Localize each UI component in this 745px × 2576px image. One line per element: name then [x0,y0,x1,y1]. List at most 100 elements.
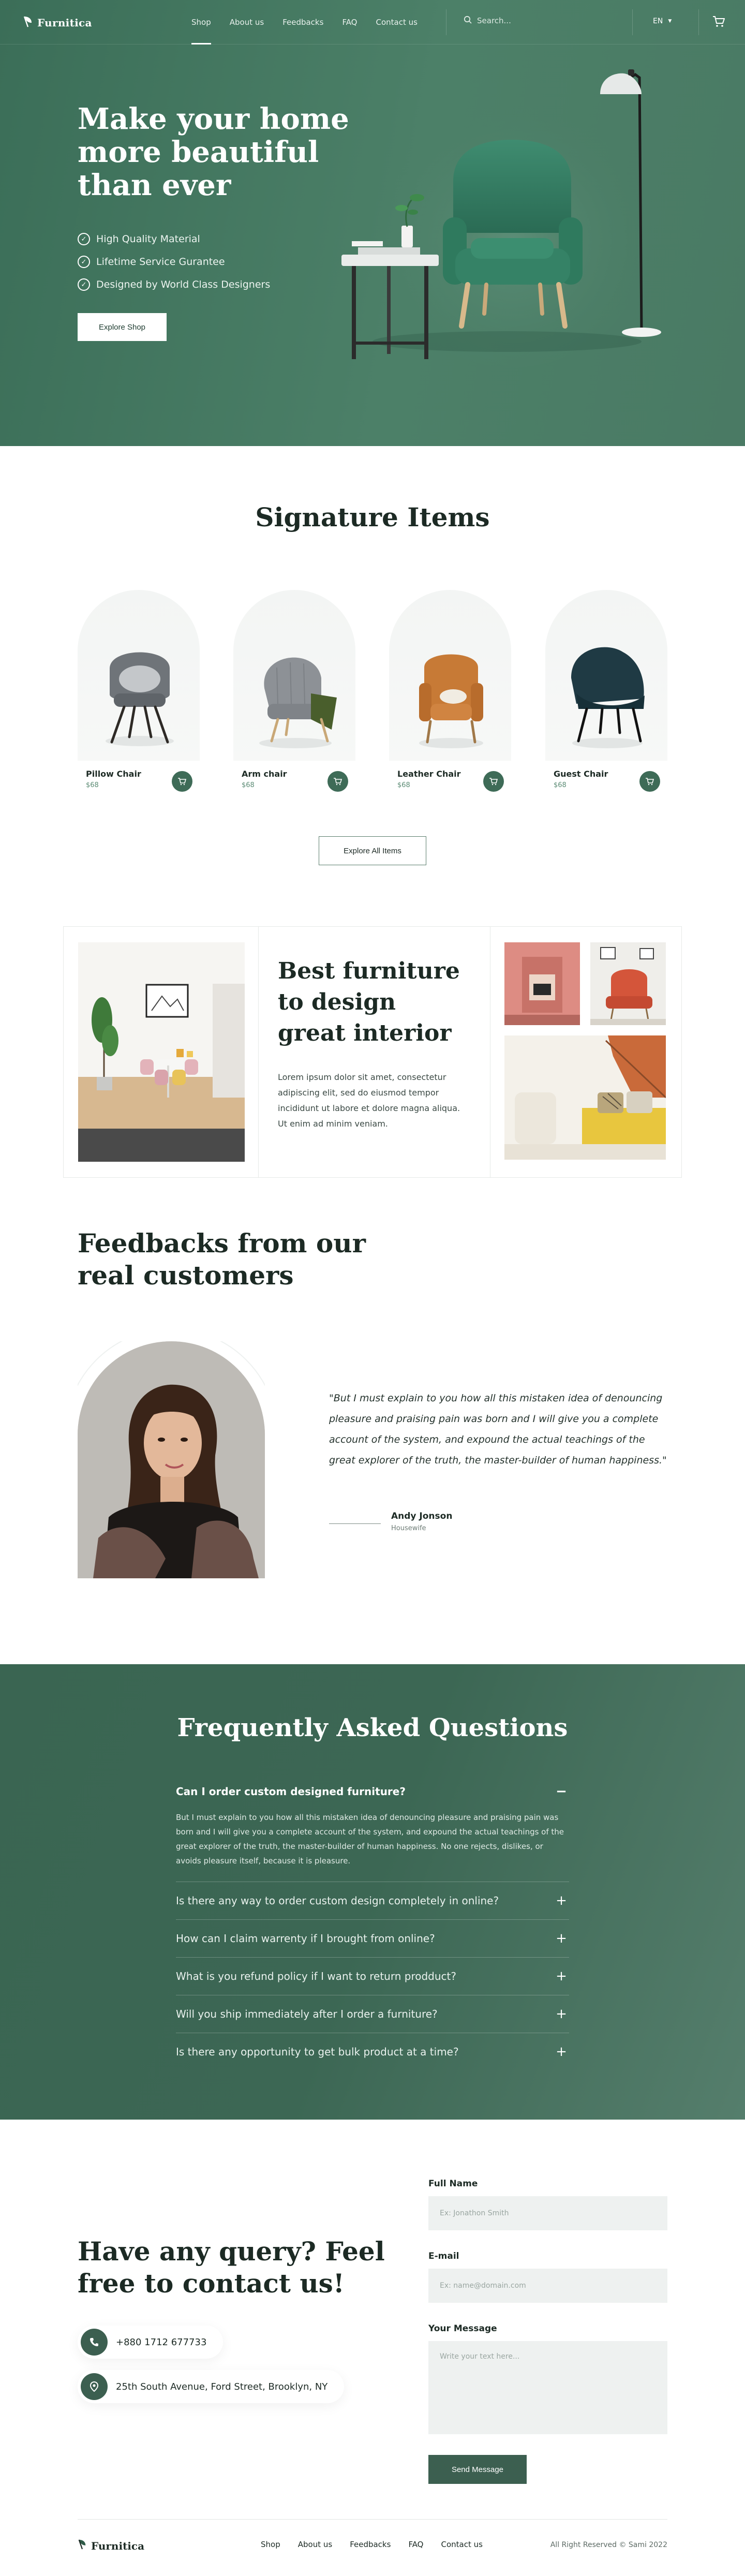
pink-shelf-image [504,942,580,1025]
message-textarea[interactable] [428,2341,667,2434]
arm-chair-image [259,657,337,748]
faq-item[interactable]: How can I claim warrenty if I brought fr… [176,1920,569,1958]
plus-icon[interactable]: + [554,1931,569,1946]
testimonial-quote: "But I must explain to you how all this … [329,1393,667,1466]
contact-address[interactable]: 25th South Avenue, Ford Street, Brooklyn… [78,2370,345,2403]
best-furniture-title: Best furniture to design great interior [278,958,460,1046]
search-icon [464,16,472,26]
testimonial-role: Housewife [391,1524,426,1532]
address-text: 25th South Avenue, Ford Street, Brooklyn… [116,2381,328,2392]
explore-shop-button[interactable]: Explore Shop [78,313,167,341]
email-input[interactable] [428,2269,667,2303]
leaf-logo-icon [78,2539,87,2553]
faq-question: Will you ship immediately after I order … [176,2008,438,2020]
nav-faq[interactable]: FAQ [342,0,357,45]
hero-feature-text: Lifetime Service Gurantee [96,256,225,268]
leaf-logo-icon [23,16,33,30]
add-to-cart-button[interactable] [483,771,504,792]
nav-shop[interactable]: Shop [191,0,211,45]
full-name-label: Full Name [428,2179,478,2189]
contact-title: Have any query? Feel free to contact us! [78,2236,385,2299]
faq-item[interactable]: Can I order custom designed furniture? −… [176,1773,569,1882]
hero-feature-text: Designed by World Class Designers [96,279,271,290]
footer-nav-contact-us[interactable]: Contact us [441,2540,483,2549]
best-furniture-text: Lorem ipsum dolor sit amet, consectetur … [278,1072,460,1129]
faq-item[interactable]: Will you ship immediately after I order … [176,1995,569,2033]
search-placeholder: Search... [477,16,511,25]
language-selector[interactable]: EN ▼ [653,17,672,25]
product-card[interactable]: Arm chair $68 [233,590,355,807]
footer-nav-feedbacks[interactable]: Feedbacks [350,2540,391,2549]
product-card[interactable]: Pillow Chair $68 [78,590,200,807]
product-name: Guest Chair [554,769,608,779]
cart-icon [334,778,342,786]
faq-answer: But I must explain to you how all this m… [176,1813,564,1866]
footer-nav-about-us[interactable]: About us [298,2540,332,2549]
faq-item[interactable]: Is there any opportunity to get bulk pro… [176,2033,569,2070]
red-armchair-image [590,942,666,1025]
product-grid: Pillow Chair $68 Arm chair $68 Leather C… [78,590,667,807]
nav-contact-us[interactable]: Contact us [376,0,418,45]
phone-pill: +880 1712 677733 [78,2326,224,2359]
faq-section: Frequently Asked Questions Can I order c… [0,1664,745,2120]
contact-phone[interactable]: +880 1712 677733 [78,2326,224,2359]
send-message-button[interactable]: Send Message [428,2455,527,2484]
full-name-input[interactable] [428,2196,667,2230]
product-card[interactable]: Guest Chair $68 [545,590,667,807]
explore-all-items-button[interactable]: Explore All Items [319,836,426,865]
dining-room-image [78,942,245,1162]
faq-item[interactable]: What is you refund policy if I want to r… [176,1958,569,1995]
product-name: Pillow Chair [86,769,141,779]
search-box[interactable]: Search... [464,16,511,26]
nav-about-us[interactable]: About us [230,0,264,45]
check-circle-icon: ✓ [78,256,90,268]
guest-chair-image [571,647,645,748]
testimonial-author: Andy Jonson [391,1511,453,1521]
product-price: $68 [86,781,99,789]
footer-nav: Shop About us Feedbacks FAQ Contact us [261,2540,483,2549]
cart-icon [178,778,187,786]
faq-item[interactable]: Is there any way to order custom design … [176,1882,569,1920]
footer-brand-name: Furnitica [91,2540,145,2552]
faq-list: Can I order custom designed furniture? −… [176,1773,569,2070]
plus-icon[interactable]: + [554,2044,569,2060]
nav-feedbacks[interactable]: Feedbacks [282,0,323,45]
faq-title: Frequently Asked Questions [177,1713,568,1742]
add-to-cart-button[interactable] [327,771,348,792]
faq-question: Is there any opportunity to get bulk pro… [176,2046,459,2058]
product-card[interactable]: Leather Chair $68 [389,590,511,807]
plus-icon[interactable]: + [554,2006,569,2022]
pillow-chair-image [106,652,174,746]
add-to-cart-button[interactable] [172,771,192,792]
cart-icon[interactable] [712,14,725,28]
hero-title: Make your home more beautiful than ever [78,102,349,202]
language-value: EN [653,17,663,25]
footer-logo[interactable]: Furnitica [78,2539,144,2553]
brand-logo[interactable]: Furnitica [23,16,92,30]
plus-icon[interactable]: + [554,1968,569,1984]
signature-items-title: Signature Items [255,502,490,532]
address-pill: 25th South Avenue, Ford Street, Brooklyn… [78,2370,345,2403]
phone-number: +880 1712 677733 [116,2336,207,2348]
nav-divider [632,9,633,35]
plus-icon[interactable]: + [554,1893,569,1908]
product-price: $68 [554,781,567,789]
contact-form: Full Name E-mail Your Message Send Messa… [428,2179,667,2484]
hero-feature: ✓ High Quality Material [78,228,270,250]
add-to-cart-button[interactable] [639,771,660,792]
faq-question: How can I claim warrenty if I brought fr… [176,1932,435,1945]
product-price: $68 [397,781,410,789]
minus-icon[interactable]: − [554,1784,569,1799]
footer-nav-faq[interactable]: FAQ [408,2540,423,2549]
top-navbar: Furnitica Shop About us Feedbacks FAQ Co… [0,0,745,45]
location-pin-icon [81,2373,108,2400]
cart-icon [646,778,654,786]
best-furniture-section: Best furniture to design great interior … [63,926,682,1178]
hero-feature: ✓ Designed by World Class Designers [78,273,270,296]
living-room-image [504,1035,666,1160]
footer-nav-shop[interactable]: Shop [261,2540,280,2549]
nav-divider [698,9,699,35]
hero-feature-text: High Quality Material [96,233,200,245]
feedback-title: Feedbacks from our real customers [78,1228,366,1291]
leather-chair-image [419,654,483,748]
